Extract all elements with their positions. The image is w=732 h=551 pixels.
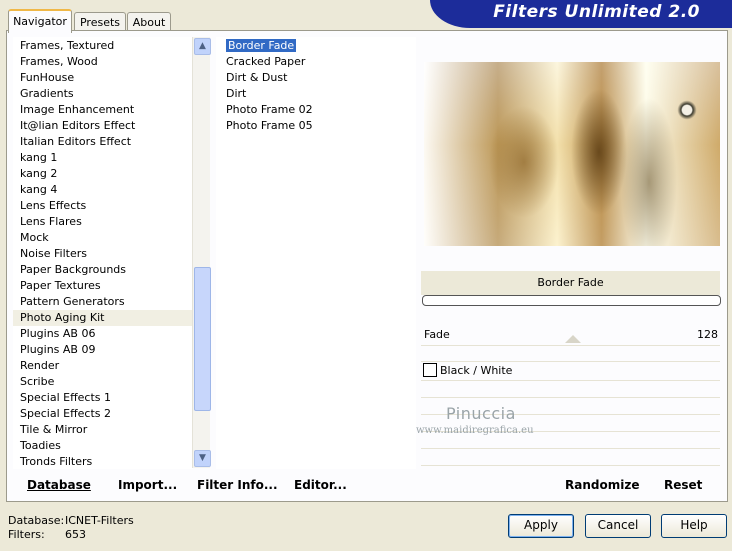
category-item[interactable]: Image Enhancement [13, 102, 193, 118]
category-item[interactable]: Tile & Mirror [13, 422, 193, 438]
randomize-button[interactable]: Randomize [565, 478, 639, 492]
cancel-button[interactable]: Cancel [585, 514, 651, 538]
filter-item-label: Dirt [226, 87, 247, 100]
filter-item-label: Dirt & Dust [226, 71, 288, 84]
filter-item[interactable]: Border Fade [216, 38, 416, 54]
apply-button[interactable]: Apply [508, 514, 574, 538]
category-item[interactable]: kang 1 [13, 150, 193, 166]
import-button[interactable]: Import... [118, 478, 177, 492]
scroll-thumb[interactable] [194, 267, 211, 411]
scroll-down-button[interactable]: ▼ [194, 450, 211, 467]
category-item[interactable]: Render [13, 358, 193, 374]
status-filters-label: Filters: [8, 528, 45, 541]
status-filters-value: 653 [65, 528, 86, 541]
fade-label: Fade [424, 328, 450, 341]
black-white-label: Black / White [440, 364, 513, 377]
tab-presets[interactable]: Presets [74, 12, 126, 32]
category-item[interactable]: Tronds Filters [13, 454, 193, 469]
progress-bar [422, 295, 721, 306]
category-item[interactable]: Photo Aging Kit [13, 310, 193, 326]
reset-button[interactable]: Reset [664, 478, 702, 492]
category-item[interactable]: Special Effects 1 [13, 390, 193, 406]
fade-slider-row[interactable]: Fade 128 [421, 325, 720, 345]
category-item[interactable]: Mock [13, 230, 193, 246]
category-item[interactable]: Gradients [13, 86, 193, 102]
category-item[interactable]: Frames, Wood [13, 54, 193, 70]
filter-item[interactable]: Dirt [216, 86, 416, 102]
category-item[interactable]: It@lian Editors Effect [13, 118, 193, 134]
preview-image [424, 62, 720, 246]
status-database-label: Database: [8, 514, 65, 527]
database-button[interactable]: Database [27, 478, 91, 492]
filter-item[interactable]: Dirt & Dust [216, 70, 416, 86]
filter-title: Border Fade [421, 271, 720, 295]
filter-item[interactable]: Cracked Paper [216, 54, 416, 70]
category-item[interactable]: Lens Effects [13, 198, 193, 214]
category-item[interactable]: Special Effects 2 [13, 406, 193, 422]
title-banner: Filters Unlimited 2.0 [430, 0, 732, 28]
editor-button[interactable]: Editor... [294, 478, 347, 492]
category-item[interactable]: Toadies [13, 438, 193, 454]
filter-info-button[interactable]: Filter Info... [197, 478, 278, 492]
scroll-up-button[interactable]: ▲ [194, 38, 211, 55]
category-item[interactable]: Pattern Generators [13, 294, 193, 310]
filter-item-label: Cracked Paper [226, 55, 306, 68]
filter-item-label: Photo Frame 02 [226, 103, 313, 116]
category-item[interactable]: Scribe [13, 374, 193, 390]
category-item[interactable]: Italian Editors Effect [13, 134, 193, 150]
tab-about[interactable]: About [127, 12, 171, 32]
category-item[interactable]: Lens Flares [13, 214, 193, 230]
category-scrollbar[interactable]: ▲ ▼ [192, 37, 211, 468]
category-item[interactable]: Paper Textures [13, 278, 193, 294]
category-item[interactable]: Frames, Textured [13, 38, 193, 54]
category-item[interactable]: Plugins AB 09 [13, 342, 193, 358]
fade-slider-handle[interactable] [565, 335, 581, 343]
status-database-value: ICNET-Filters [65, 514, 134, 527]
filter-item[interactable]: Photo Frame 05 [216, 118, 416, 134]
filter-item-label: Border Fade [226, 39, 297, 52]
app-title: Filters Unlimited 2.0 [493, 2, 700, 22]
category-item[interactable]: kang 2 [13, 166, 193, 182]
category-item[interactable]: Noise Filters [13, 246, 193, 262]
fade-value: 128 [697, 328, 718, 341]
black-white-checkbox[interactable] [423, 363, 437, 377]
help-button[interactable]: Help [661, 514, 727, 538]
watermark-url: www.maidiregrafica.eu [416, 425, 534, 436]
category-item[interactable]: Paper Backgrounds [13, 262, 193, 278]
category-item[interactable]: FunHouse [13, 70, 193, 86]
watermark-name: Pinuccia [446, 404, 516, 423]
category-item[interactable]: Plugins AB 06 [13, 326, 193, 342]
filter-item-label: Photo Frame 05 [226, 119, 313, 132]
filter-list[interactable]: Border Fade Cracked Paper Dirt & Dust Dirt P… [216, 37, 416, 469]
category-item[interactable]: kang 4 [13, 182, 193, 198]
filter-item[interactable]: Photo Frame 02 [216, 102, 416, 118]
category-list[interactable]: Frames, Textured Frames, Wood FunHouse Grad… [13, 37, 193, 469]
tab-navigator[interactable]: Navigator [8, 9, 72, 33]
